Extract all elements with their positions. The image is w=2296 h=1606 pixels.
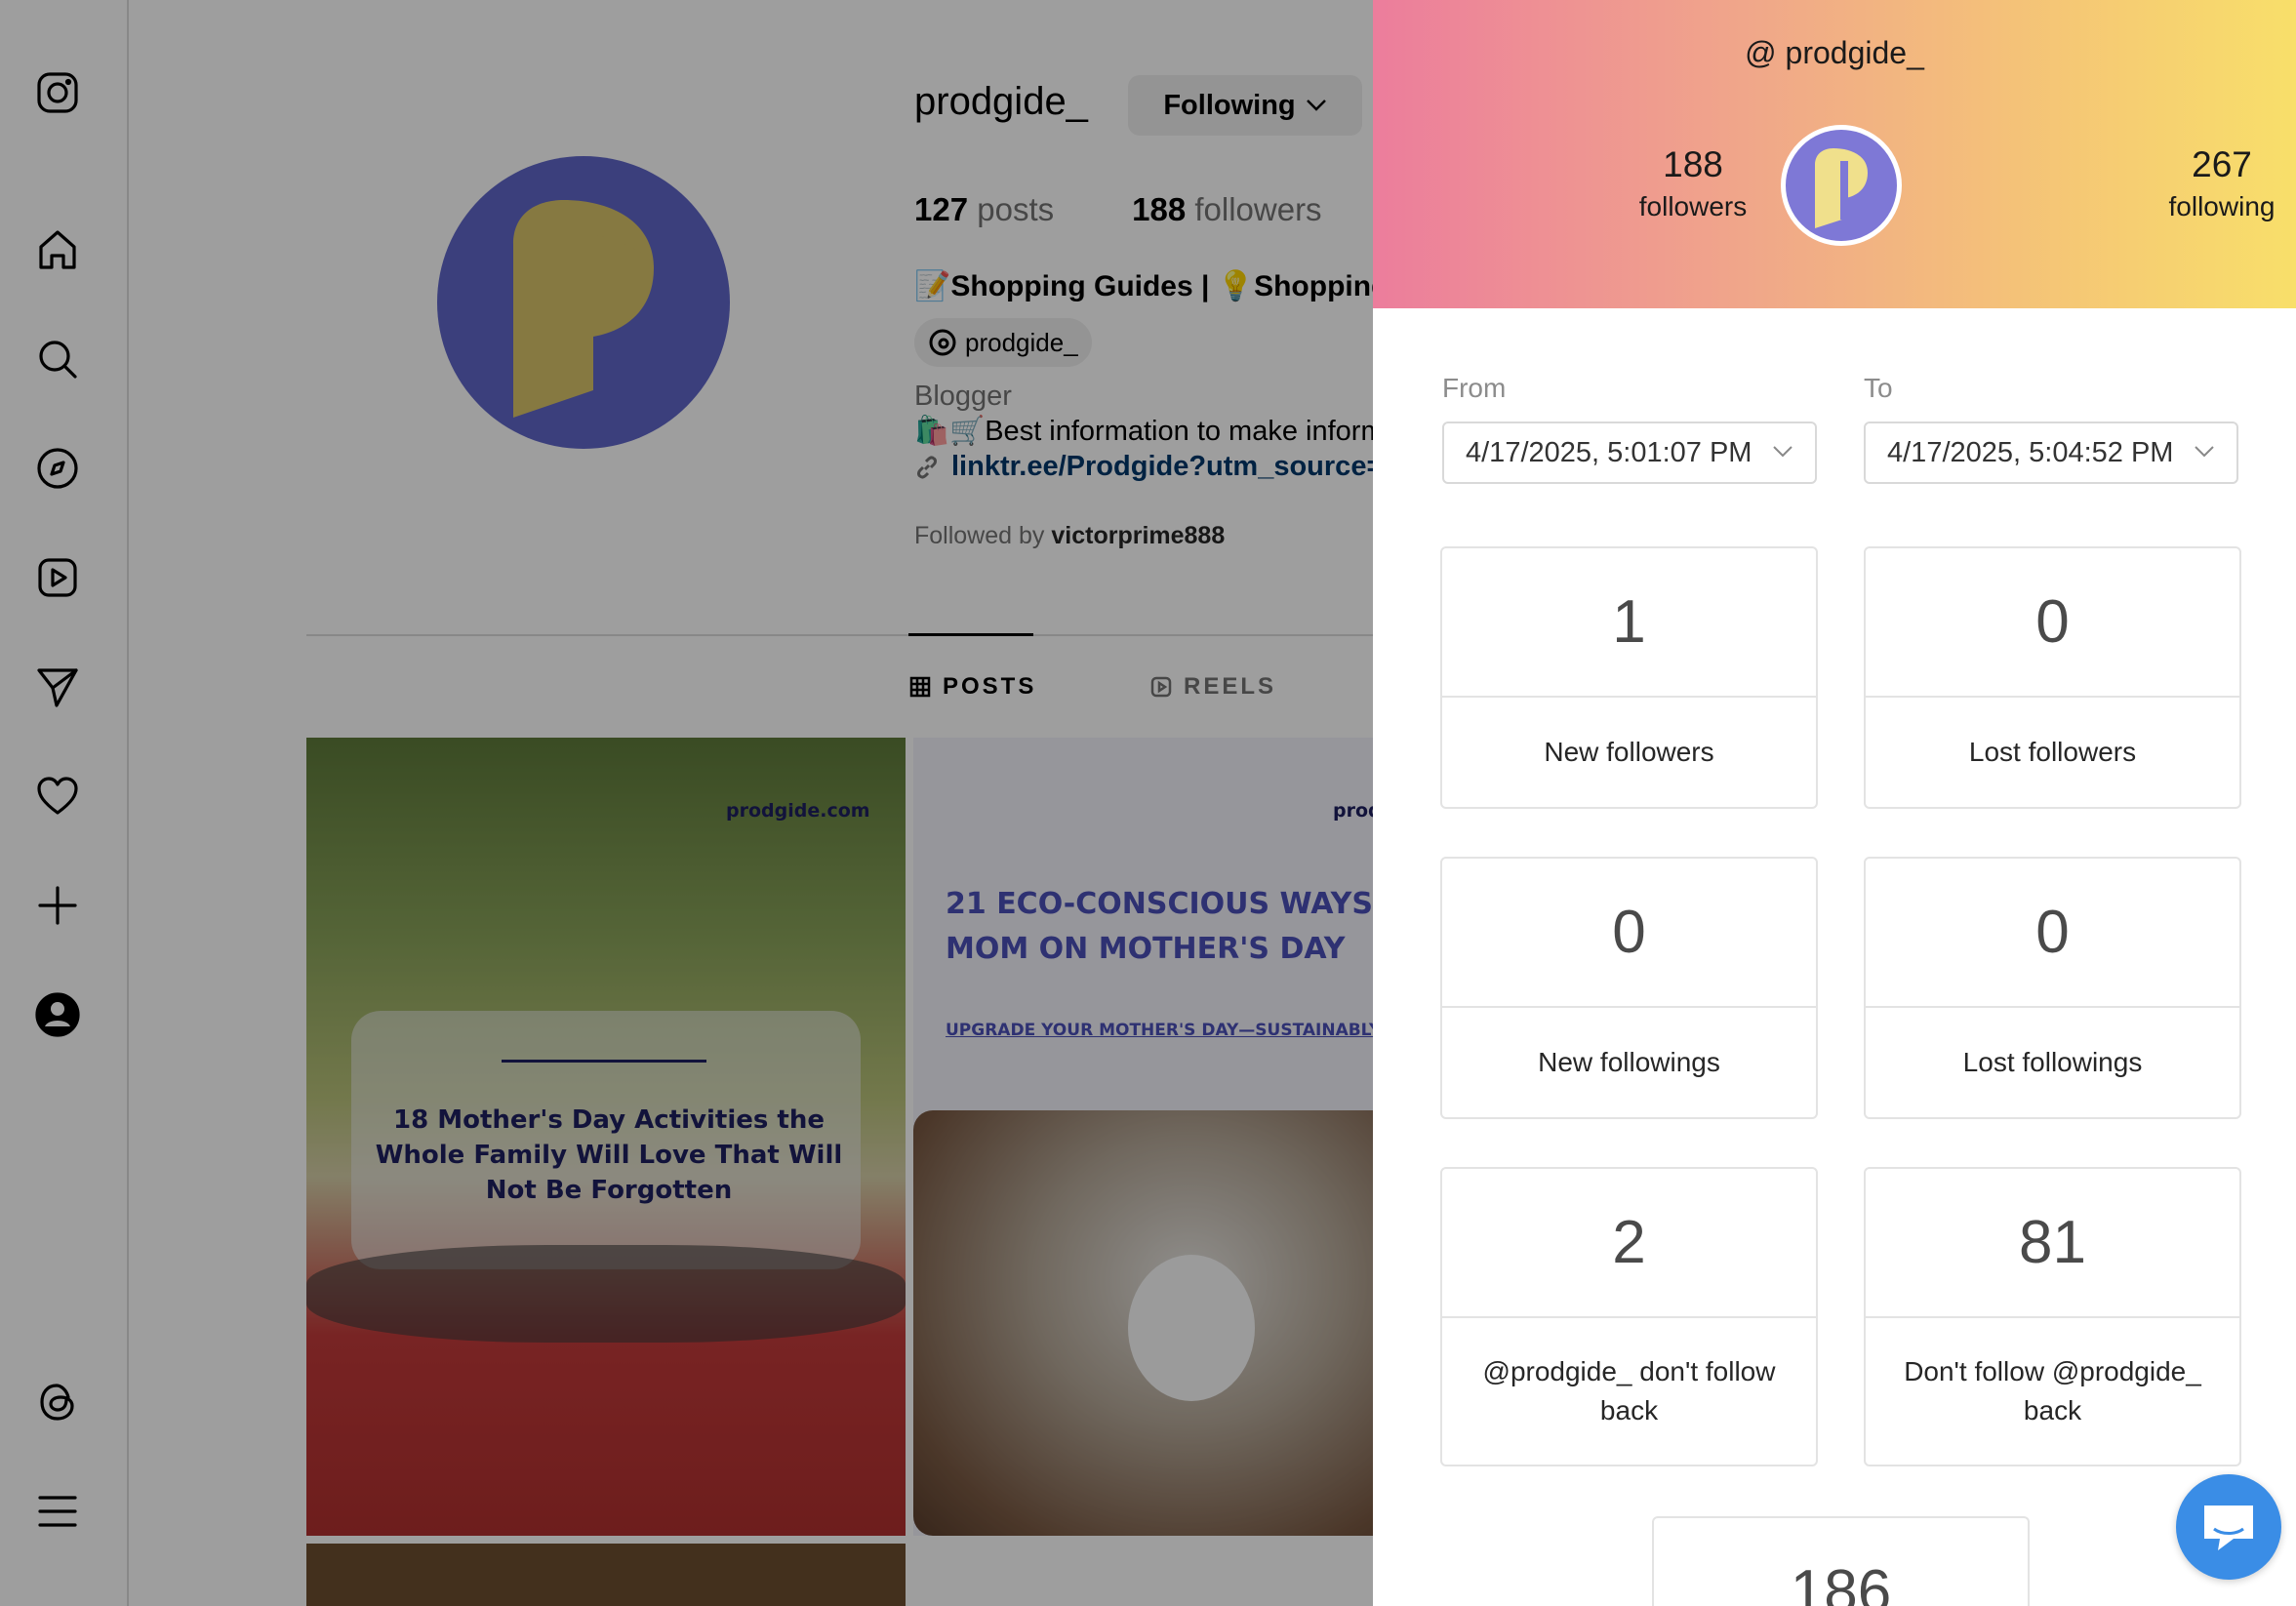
panel-handle: @ prodgide_ xyxy=(1745,35,1924,70)
panel-following-stat: 267 following xyxy=(2105,144,2296,222)
panel-following-label: following xyxy=(2168,191,2276,221)
stat-value: 1 xyxy=(1442,548,1816,698)
from-date-select[interactable]: 4/17/2025, 5:01:07 PM xyxy=(1442,422,1817,484)
stat-card-mutual[interactable]: 186 xyxy=(1652,1516,2030,1606)
stat-value: 81 xyxy=(1866,1169,2239,1318)
from-date-value: 4/17/2025, 5:01:07 PM xyxy=(1466,436,1752,468)
to-date-select[interactable]: 4/17/2025, 5:04:52 PM xyxy=(1864,422,2238,484)
panel-followers-label: followers xyxy=(1638,191,1748,221)
panel-avatar xyxy=(1781,125,1902,246)
stat-value: 0 xyxy=(1866,548,2239,698)
from-label: From xyxy=(1442,373,1507,403)
panel-following-count: 267 xyxy=(2192,144,2252,184)
stat-label: Lost followers xyxy=(1968,737,2137,767)
stat-card-lost-followings[interactable]: 0 Lost followings xyxy=(1864,857,2241,1119)
chevron-down-icon xyxy=(2195,446,2214,458)
stat-card-not-following-back[interactable]: 81 Don't follow @prodgide_ back xyxy=(1864,1167,2241,1466)
stat-card-new-followings[interactable]: 0 New followings xyxy=(1440,857,1818,1119)
stat-card-new-followers[interactable]: 1 New followers xyxy=(1440,546,1818,809)
panel-header: @ prodgide_ 188 followers 267 following xyxy=(1373,0,2296,308)
panel-followers-count: 188 xyxy=(1663,144,1723,184)
modal-backdrop[interactable] xyxy=(0,0,1373,1606)
stat-value: 186 xyxy=(1790,1558,1892,1606)
stat-value: 2 xyxy=(1442,1169,1816,1318)
stat-label: New followers xyxy=(1544,737,1714,767)
stat-label: Don't follow @prodgide_ back xyxy=(1904,1356,2201,1425)
stat-label: Lost followings xyxy=(1962,1047,2143,1077)
panel-followers-stat: 188 followers xyxy=(1576,144,1810,222)
chat-icon xyxy=(2204,1506,2253,1550)
stat-label: New followings xyxy=(1538,1047,1720,1077)
stat-label: @prodgide_ don't follow back xyxy=(1482,1356,1776,1425)
chevron-down-icon xyxy=(1773,446,1792,458)
follower-tracker-panel: @ prodgide_ 188 followers 267 following … xyxy=(1373,0,2296,1606)
to-label: To xyxy=(1864,373,1893,403)
chat-support-button[interactable] xyxy=(2176,1474,2281,1580)
stat-card-lost-followers[interactable]: 0 Lost followers xyxy=(1864,546,2241,809)
stat-value: 0 xyxy=(1442,859,1816,1008)
to-date-value: 4/17/2025, 5:04:52 PM xyxy=(1887,436,2174,468)
stat-card-dont-follow-back[interactable]: 2 @prodgide_ don't follow back xyxy=(1440,1167,1818,1466)
stat-value: 0 xyxy=(1866,859,2239,1008)
